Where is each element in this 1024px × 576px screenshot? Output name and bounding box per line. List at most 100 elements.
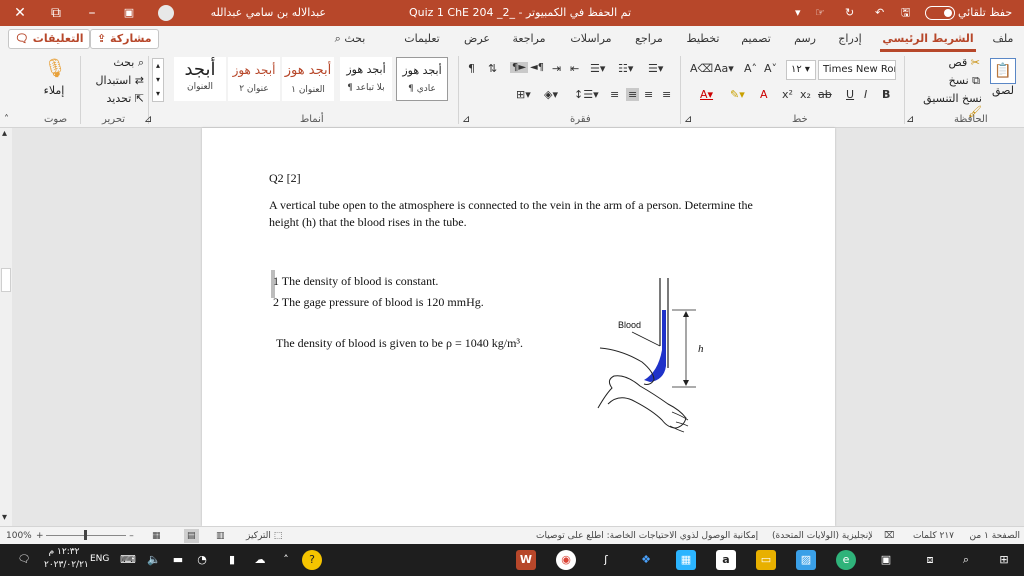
tab-design[interactable]: تصميم — [737, 26, 775, 52]
cut-button[interactable]: قص ✂ — [918, 56, 980, 69]
volume-icon[interactable]: 🔈 — [144, 550, 164, 570]
pilcrow-icon[interactable]: ¶ — [468, 62, 475, 75]
bullets-icon[interactable]: ☰▾ — [648, 62, 663, 75]
tab-references[interactable]: مراجع — [630, 26, 668, 52]
read-mode-icon[interactable]: ▥ — [216, 529, 225, 543]
avatar[interactable] — [158, 0, 176, 26]
tab-review[interactable]: مراجعة — [508, 26, 550, 52]
usb-icon[interactable]: ▮ — [222, 550, 242, 570]
dialog-launcher-icon[interactable]: ⊿ — [462, 114, 470, 125]
zoom-thumb[interactable] — [84, 530, 88, 540]
dropbox-app-icon[interactable]: ❖ — [636, 550, 656, 570]
vertical-scrollbar[interactable]: ▴ ▾ — [0, 128, 12, 526]
help-icon[interactable]: ? — [302, 550, 322, 570]
start-button-icon[interactable]: ⊞ — [994, 550, 1014, 570]
restore-button[interactable]: ⧉ — [36, 0, 76, 26]
redo-icon[interactable]: ↻ — [845, 0, 861, 26]
chrome-app-icon[interactable]: ◉ — [556, 550, 576, 570]
clock-date[interactable]: ٢٠٢٣/٠٢/٢١ — [44, 560, 89, 570]
task-view-icon[interactable]: ⧈ — [920, 550, 940, 570]
minimize-button[interactable]: – — [72, 0, 112, 26]
strikethrough-button[interactable]: ab — [818, 88, 832, 101]
undo-icon[interactable]: ↶ — [875, 0, 891, 26]
line-spacing-icon[interactable]: ↕☰▾ — [574, 88, 599, 101]
teams-app-icon[interactable]: ▦ — [676, 550, 696, 570]
collapse-ribbon-icon[interactable]: ˄ — [4, 114, 9, 125]
bold-button[interactable]: B — [882, 88, 890, 101]
style-heading2[interactable]: أبجد هوز عنوان ٢ — [228, 57, 280, 101]
notifications-icon[interactable]: 🗨 — [14, 550, 34, 570]
word-count[interactable]: ٢١٧ كلمات — [910, 529, 954, 543]
file-explorer-icon[interactable]: ▭ — [756, 550, 776, 570]
clear-formatting-icon[interactable]: A⌫ — [690, 62, 713, 75]
close-button[interactable]: ✕ — [0, 0, 40, 26]
zoom-level[interactable]: 100% — [6, 529, 32, 543]
keyboard-icon[interactable]: ⌨ — [118, 550, 138, 570]
ltr-direction-icon[interactable]: ¶► — [510, 62, 529, 73]
highlight-icon[interactable]: ✎▾ — [730, 88, 745, 101]
paste-button[interactable]: لصق — [986, 84, 1020, 97]
taskbar-search-icon[interactable]: ⌕ — [956, 550, 976, 570]
battery-icon[interactable]: ▬ — [168, 550, 188, 570]
italic-button[interactable]: I — [864, 88, 867, 101]
amazon-app-icon[interactable]: a — [716, 550, 736, 570]
scroll-up-icon[interactable]: ▴ — [2, 128, 7, 139]
page-count[interactable]: الصفحة ١ من ٢ — [964, 529, 1021, 555]
align-right-icon[interactable]: ≡ — [626, 88, 640, 101]
tab-layout[interactable]: تخطيط — [682, 26, 724, 52]
style-normal[interactable]: أبجد هوز ¶ عادي — [396, 57, 448, 101]
rtl-direction-icon[interactable]: ◄¶ — [530, 62, 544, 73]
dialog-launcher-icon[interactable]: ⊿ — [906, 114, 914, 125]
subscript-button[interactable]: x₂ — [800, 88, 811, 101]
comments-button[interactable]: 🗨 التعليقات — [8, 29, 91, 49]
store-app-icon[interactable]: ▣ — [876, 550, 896, 570]
style-heading1[interactable]: أبجد هوز العنوان ١ — [282, 57, 334, 101]
tab-view[interactable]: عرض — [460, 26, 494, 52]
multilevel-list-icon[interactable]: ☰▾ — [590, 62, 605, 75]
dictate-button[interactable]: إملاء — [36, 84, 72, 97]
print-layout-icon[interactable]: ▤ — [184, 529, 199, 543]
proofing-icon[interactable]: ⌧ — [884, 529, 894, 543]
accessibility-status[interactable]: إمكانية الوصول لذوي الاحتياجات الخاصة: ا… — [536, 529, 760, 543]
autosave-toggle[interactable] — [925, 6, 955, 20]
dialog-launcher-icon[interactable]: ⊿ — [684, 114, 692, 125]
edge-app-icon[interactable]: e — [836, 550, 856, 570]
styles-gallery-scroll[interactable]: ▴ ▾ ▾ — [152, 58, 164, 102]
web-layout-icon[interactable]: ▦ — [152, 529, 161, 543]
find-button[interactable]: بحث ⌕ — [88, 56, 144, 70]
focus-button[interactable]: التركيز ⬚ — [246, 529, 282, 543]
superscript-button[interactable]: x² — [782, 88, 793, 101]
font-name-select[interactable]: Times New Roma — [818, 60, 896, 80]
scroll-down-icon[interactable]: ▾ — [2, 512, 7, 523]
select-button[interactable]: تحديد ⇱ — [88, 92, 145, 105]
zoom-out-icon[interactable]: + — [36, 531, 44, 541]
clock-time[interactable]: ١٢:٣٢ م — [44, 547, 84, 557]
shading-icon[interactable]: ◈▾ — [544, 88, 558, 101]
increase-indent-icon[interactable]: ⇥ — [552, 62, 561, 75]
font-color-icon[interactable]: A▾ — [700, 88, 713, 101]
tab-help[interactable]: تعليمات — [398, 26, 446, 52]
copy-button[interactable]: نسخ ⧉ — [918, 74, 980, 88]
tab-home[interactable]: الشريط الرئيسي — [880, 26, 976, 52]
word-app-icon[interactable]: W — [516, 550, 536, 570]
text-effects-icon[interactable]: A — [760, 88, 768, 101]
dialog-launcher-icon[interactable]: ⊿ — [144, 114, 152, 125]
share-button[interactable]: ⇪ مشاركة — [90, 29, 159, 49]
sort-icon[interactable]: ⇅ — [488, 62, 497, 75]
app-icon[interactable]: ʃ — [596, 550, 616, 570]
align-left-icon[interactable]: ≡ — [662, 88, 671, 101]
style-title[interactable]: أبجد العنوان — [174, 57, 226, 101]
wifi-icon[interactable]: ◔ — [192, 550, 212, 570]
numbering-icon[interactable]: ☷▾ — [618, 62, 633, 75]
save-icon[interactable]: 🖫 — [901, 0, 917, 26]
ribbon-display-icon[interactable]: ▣ — [120, 0, 138, 26]
replace-button[interactable]: استبدال ⇄ — [88, 74, 144, 87]
tell-me-search[interactable]: ⌕ بحث — [325, 26, 375, 52]
font-size-select[interactable]: ١٢ ▾ — [786, 60, 816, 80]
grow-font-icon[interactable]: A˄ — [744, 62, 757, 75]
tab-file[interactable]: ملف — [988, 26, 1018, 52]
microphone-icon[interactable]: 🎙 — [40, 58, 70, 82]
zoom-slider[interactable]: + – — [36, 529, 138, 543]
justify-icon[interactable]: ≡ — [610, 88, 619, 101]
photos-app-icon[interactable]: ▨ — [796, 550, 816, 570]
